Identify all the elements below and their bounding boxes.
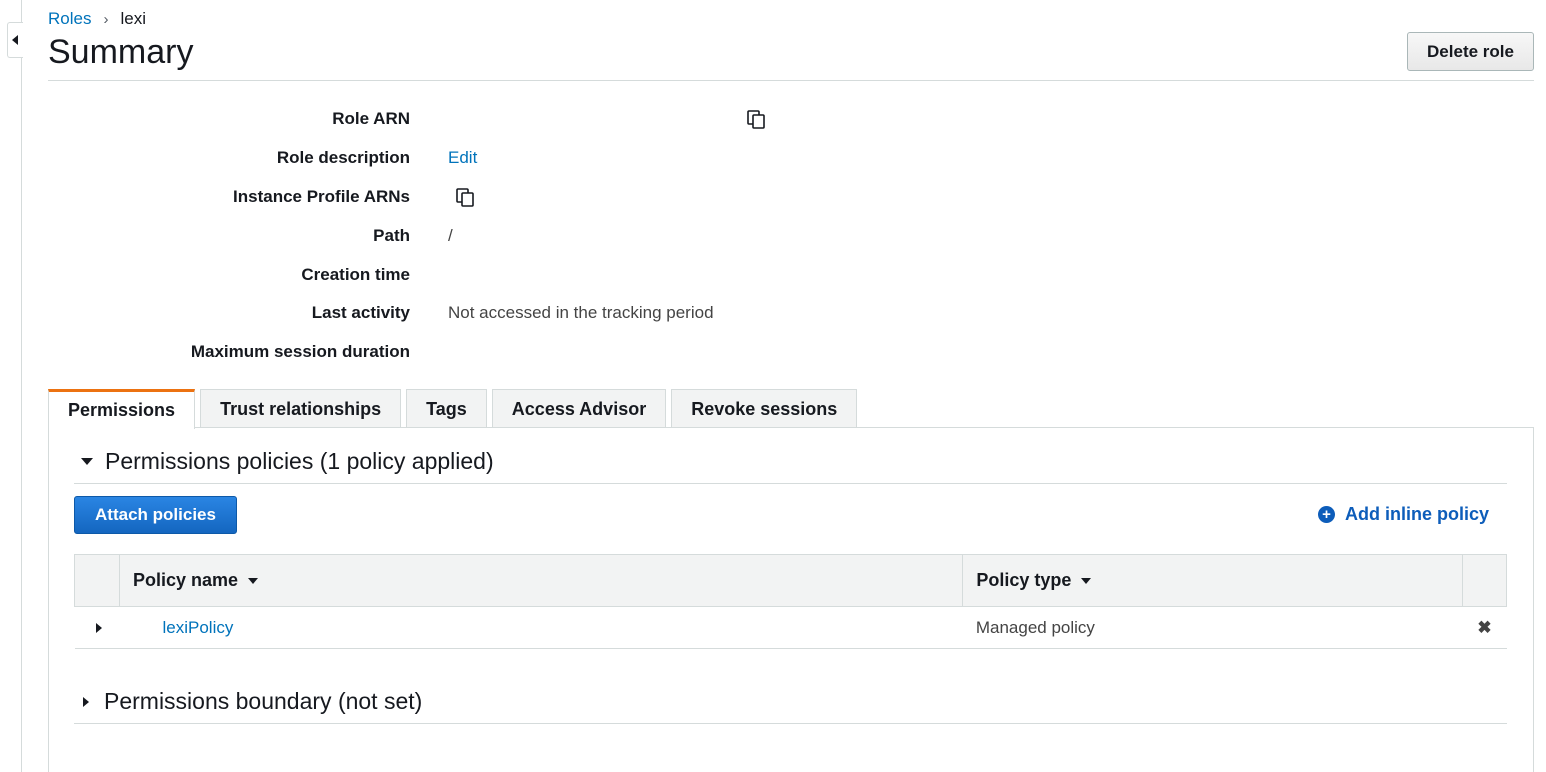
copy-icon[interactable] (454, 186, 476, 208)
summary-row-last-activity: Last activity Not accessed in the tracki… (48, 294, 948, 333)
copy-icon[interactable] (745, 108, 767, 130)
summary-row-max-session: Maximum session duration (48, 333, 948, 372)
sort-caret-icon (248, 578, 259, 585)
path-label: Path (373, 225, 410, 245)
tab-trust-relationships[interactable]: Trust relationships (200, 389, 402, 428)
sort-caret-icon (1081, 578, 1092, 585)
tab-tags[interactable]: Tags (406, 389, 487, 428)
summary-row-role-arn: Role ARN (48, 100, 948, 139)
add-inline-policy-link[interactable]: + Add inline policy (1317, 504, 1489, 525)
last-activity-value: Not accessed in the tracking period (448, 303, 714, 323)
policies-table: Policy name Policy type lexiPolicy Manag… (74, 554, 1508, 649)
attach-policies-button[interactable]: Attach policies (74, 496, 237, 534)
summary-row-path: Path / (48, 216, 948, 255)
tab-revoke-sessions[interactable]: Revoke sessions (671, 389, 858, 428)
breadcrumb-current: lexi (120, 9, 146, 28)
permissions-policies-heading: Permissions policies (1 policy applied) (105, 448, 494, 474)
edit-description-link[interactable]: Edit (448, 148, 477, 168)
tab-permissions[interactable]: Permissions (48, 389, 196, 429)
permissions-policies-toggle[interactable]: Permissions policies (1 policy applied) (74, 448, 494, 475)
breadcrumb-separator: › (103, 10, 109, 28)
column-header-policy-name[interactable]: Policy name (118, 554, 963, 607)
title-divider (48, 80, 1534, 81)
path-value: / (448, 225, 453, 245)
section-divider (74, 483, 1507, 484)
remove-column-header (1461, 554, 1508, 607)
policy-name-link[interactable]: lexiPolicy (132, 618, 233, 637)
tab-access-advisor[interactable]: Access Advisor (491, 389, 667, 428)
permissions-boundary-toggle[interactable]: Permissions boundary (not set) (74, 688, 422, 715)
permissions-boundary-heading: Permissions boundary (not set) (104, 688, 423, 714)
section-divider (74, 723, 1507, 724)
expand-column-header (74, 554, 120, 607)
summary-row-creation-time: Creation time (48, 255, 948, 294)
page-title: Summary (48, 33, 194, 71)
policy-name-header-label: Policy name (132, 570, 239, 590)
caret-down-icon (81, 458, 93, 465)
instance-profile-label: Instance Profile ARNs (233, 186, 410, 206)
side-nav-strip (0, 0, 23, 772)
breadcrumb-roles-link[interactable]: Roles (48, 9, 91, 29)
last-activity-label: Last activity (311, 303, 410, 323)
table-row: lexiPolicy Managed policy ✖ (74, 606, 1507, 649)
max-session-label: Maximum session duration (190, 342, 410, 362)
summary-row-instance-profile: Instance Profile ARNs (48, 178, 948, 217)
creation-time-label: Creation time (301, 264, 410, 284)
role-arn-label: Role ARN (332, 109, 410, 129)
summary-row-role-description: Role description Edit (48, 139, 948, 178)
policy-type-header-label: Policy type (976, 570, 1072, 590)
table-header-row: Policy name Policy type (74, 554, 1508, 607)
role-description-label: Role description (276, 148, 410, 168)
role-tabs: Permissions Trust relationships Tags Acc… (48, 389, 862, 429)
delete-role-button[interactable]: Delete role (1407, 32, 1534, 71)
breadcrumb: Roles › lexi (48, 9, 146, 29)
role-summary: Role ARN Role description Edit Instance … (48, 100, 948, 372)
expand-row-icon[interactable] (95, 622, 102, 633)
close-icon[interactable]: ✖ (1462, 606, 1507, 649)
caret-right-icon (83, 696, 89, 707)
policy-type-cell: Managed policy (962, 606, 1463, 649)
collapse-nav-icon[interactable] (7, 22, 23, 58)
column-header-policy-type[interactable]: Policy type (962, 554, 1463, 607)
add-inline-policy-label: Add inline policy (1344, 504, 1489, 524)
permissions-panel: Permissions policies (1 policy applied) … (48, 427, 1534, 772)
plus-circle-icon: + (1317, 506, 1335, 523)
